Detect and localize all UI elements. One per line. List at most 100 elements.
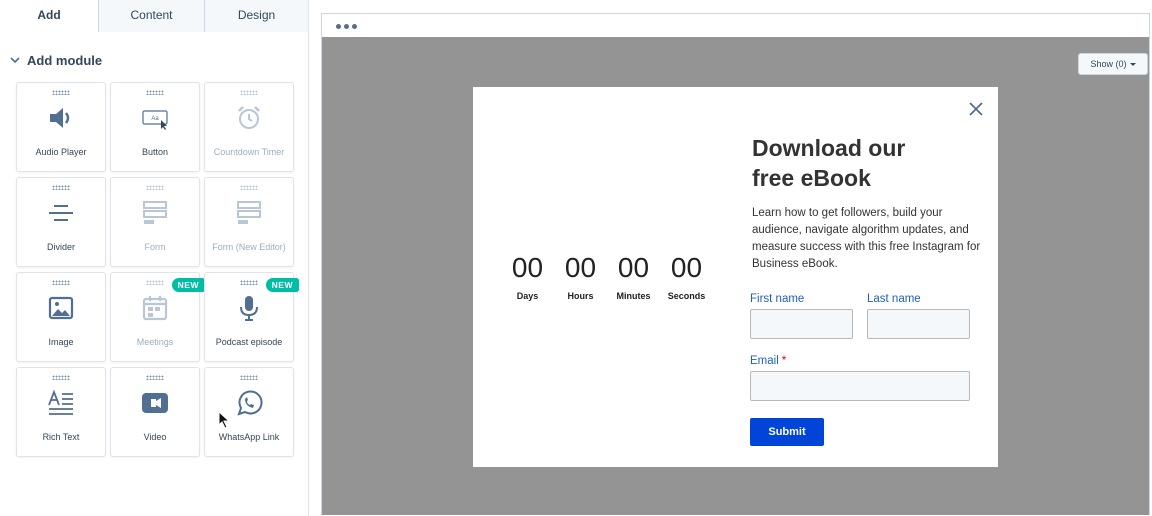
divider-icon: [46, 198, 76, 228]
module-label: Form: [144, 242, 166, 252]
drag-handle-icon[interactable]: [240, 280, 258, 285]
module-label: Podcast episode: [215, 337, 283, 347]
email-label: Email *: [750, 355, 970, 367]
popup-description: Learn how to get followers, build your a…: [752, 207, 981, 270]
required-mark: *: [781, 355, 787, 367]
countdown-value: 00: [617, 252, 650, 283]
module-tile-countdown-timer[interactable]: Countdown Timer: [204, 82, 294, 172]
module-tile-divider[interactable]: Divider: [16, 177, 106, 267]
module-tile-podcast-episode[interactable]: NEW Podcast episode: [204, 272, 299, 362]
countdown-timer: 00 Days 00 Hours 00 Minutes 00 Seconds: [501, 252, 713, 302]
caret-down-icon: [1129, 63, 1136, 67]
drag-handle-icon[interactable]: [240, 90, 258, 95]
countdown-value: 00: [564, 252, 597, 283]
countdown-value: 00: [670, 252, 703, 283]
module-label: Video: [143, 432, 167, 442]
form-icon: [234, 198, 264, 228]
module-grid: Audio Player Aa Button Countdown Timer D…: [16, 82, 299, 457]
drag-handle-icon[interactable]: [146, 280, 164, 285]
drag-handle-icon[interactable]: [52, 280, 70, 285]
drag-handle-icon[interactable]: [52, 90, 70, 95]
drag-handle-icon[interactable]: [146, 185, 164, 190]
drag-handle-icon[interactable]: [52, 375, 70, 380]
countdown-label: Days: [516, 291, 539, 301]
video-camera-icon: [140, 388, 170, 418]
whatsapp-icon: [234, 388, 264, 418]
new-badge: NEW: [171, 278, 205, 292]
drag-handle-icon[interactable]: [240, 185, 258, 190]
module-tile-rich-text[interactable]: Rich Text: [16, 367, 106, 457]
browser-bar: [322, 14, 1149, 37]
popup-headline: Download our free eBook: [752, 133, 982, 193]
tab-design[interactable]: Design: [204, 0, 308, 32]
first-name-input[interactable]: [750, 309, 853, 339]
tab-content[interactable]: Content: [98, 0, 204, 32]
rich-text-icon: [46, 388, 76, 418]
alarm-clock-icon: [234, 103, 264, 133]
mouse-pointer-icon: [218, 411, 230, 429]
form-icon: [140, 198, 170, 228]
module-sidebar: Add Content Design Add module Audio Play…: [0, 0, 309, 516]
sidebar-tabs: Add Content Design: [0, 0, 308, 33]
tab-add[interactable]: Add: [0, 0, 98, 33]
image-icon: [46, 293, 76, 323]
editor-app: Add Content Design Add module Audio Play…: [0, 0, 1152, 516]
section-title: Add module: [27, 52, 103, 68]
preview-window: Show (0) 00 Days 00 Hours 00 Minutes 00 …: [321, 13, 1150, 515]
module-tile-button[interactable]: Aa Button: [110, 82, 200, 172]
popup-modal: 00 Days 00 Hours 00 Minutes 00 Seconds D…: [473, 87, 998, 467]
module-tile-video[interactable]: Video: [110, 367, 200, 457]
last-name-label: Last name: [867, 293, 921, 305]
module-tile-form-new-editor[interactable]: Form (New Editor): [204, 177, 294, 267]
module-label: WhatsApp Link: [218, 432, 280, 442]
headline-line: Download our: [752, 135, 906, 161]
module-label: Countdown Timer: [213, 147, 285, 157]
show-dropdown-button[interactable]: Show (0): [1078, 53, 1148, 75]
module-label: Button: [141, 147, 169, 157]
countdown-label: Minutes: [616, 291, 651, 301]
chevron-down-icon: [10, 57, 20, 64]
microphone-icon: [234, 293, 264, 323]
first-name-group: First name: [750, 293, 853, 339]
countdown-label: Hours: [567, 291, 594, 301]
email-label-text: Email: [750, 355, 779, 367]
new-badge: NEW: [265, 278, 299, 292]
calendar-icon: [140, 293, 170, 323]
module-tile-form[interactable]: Form: [110, 177, 200, 267]
countdown-seconds: 00 Seconds: [660, 252, 713, 302]
button-icon: Aa: [140, 103, 170, 133]
drag-handle-icon[interactable]: [240, 375, 258, 380]
close-icon[interactable]: [969, 102, 983, 116]
module-tile-meetings[interactable]: NEW Meetings: [110, 272, 205, 362]
module-tile-image[interactable]: Image: [16, 272, 106, 362]
drag-handle-icon[interactable]: [146, 375, 164, 380]
drag-handle-icon[interactable]: [146, 90, 164, 95]
module-label: Audio Player: [35, 147, 87, 157]
speaker-icon: [46, 103, 76, 133]
countdown-days: 00 Days: [501, 252, 554, 302]
email-input[interactable]: [750, 371, 970, 401]
countdown-minutes: 00 Minutes: [607, 252, 660, 302]
first-name-label: First name: [750, 293, 805, 305]
last-name-group: Last name: [867, 293, 970, 339]
module-label: Divider: [46, 242, 75, 252]
submit-button[interactable]: Submit: [750, 418, 824, 446]
module-label: Image: [48, 337, 74, 347]
window-dots-icon: [336, 24, 357, 29]
module-tile-audio-player[interactable]: Audio Player: [16, 82, 106, 172]
countdown-hours: 00 Hours: [554, 252, 607, 302]
drag-handle-icon[interactable]: [52, 185, 70, 190]
module-label: Meetings: [136, 337, 174, 347]
email-group: Email *: [750, 355, 970, 401]
last-name-input[interactable]: [867, 309, 970, 339]
preview-stage: Show (0) 00 Days 00 Hours 00 Minutes 00 …: [322, 37, 1149, 515]
headline-line: free eBook: [752, 165, 871, 191]
module-label: Rich Text: [42, 432, 80, 442]
popup-content: Download our free eBook Learn how to get…: [752, 133, 982, 273]
countdown-value: 00: [511, 252, 544, 283]
svg-text:Aa: Aa: [151, 116, 159, 122]
countdown-label: Seconds: [667, 291, 706, 301]
module-label: Form (New Editor): [212, 242, 286, 252]
add-module-section-toggle[interactable]: Add module: [10, 49, 308, 71]
name-fields: First name Last name: [750, 293, 970, 339]
